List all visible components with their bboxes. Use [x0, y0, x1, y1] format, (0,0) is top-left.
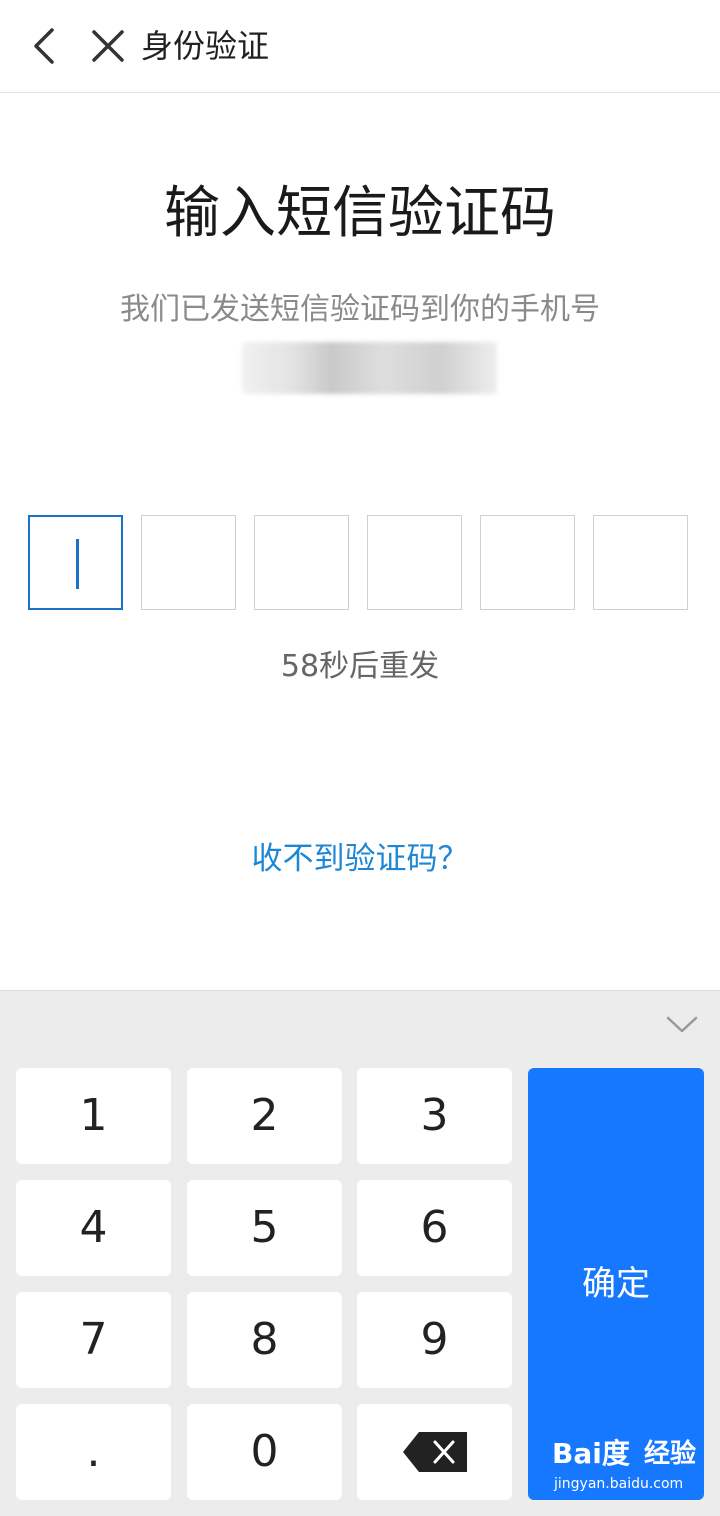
- key-0[interactable]: 0: [187, 1404, 342, 1500]
- watermark-url: jingyan.baidu.com: [554, 1476, 684, 1492]
- key-5[interactable]: 5: [187, 1180, 342, 1276]
- code-input-row: [28, 515, 692, 613]
- no-code-link[interactable]: 收不到验证码？: [0, 836, 720, 882]
- key-8[interactable]: 8: [187, 1292, 342, 1388]
- key-7[interactable]: 7: [16, 1292, 171, 1388]
- keyboard-collapse-button[interactable]: [660, 1009, 704, 1039]
- code-digit-box-6[interactable]: [593, 515, 688, 610]
- key-2[interactable]: 2: [187, 1068, 342, 1164]
- key-6[interactable]: 6: [357, 1180, 512, 1276]
- backspace-key[interactable]: [357, 1404, 512, 1500]
- text-cursor: [76, 539, 79, 589]
- chevron-down-icon: [666, 1016, 698, 1033]
- resend-countdown: 58秒后重发: [280, 649, 440, 684]
- key-1[interactable]: 1: [16, 1068, 171, 1164]
- code-digit-box-1[interactable]: [28, 515, 123, 610]
- top-bar: 身份验证: [0, 0, 720, 93]
- phone-number-blurred: [242, 342, 497, 394]
- back-button[interactable]: [26, 22, 66, 70]
- sms-sent-message: 我们已发送短信验证码到你的手机号: [120, 292, 600, 327]
- chevron-left-icon: [34, 28, 54, 64]
- close-icon: [92, 30, 124, 62]
- watermark-logo: Bai度: [552, 1437, 630, 1470]
- key-4[interactable]: 4: [16, 1180, 171, 1276]
- code-digit-box-5[interactable]: [480, 515, 575, 610]
- code-digit-box-4[interactable]: [367, 515, 462, 610]
- close-button[interactable]: [88, 22, 128, 70]
- sms-code-heading: 输入短信验证码: [164, 181, 556, 246]
- key-9[interactable]: 9: [357, 1292, 512, 1388]
- baidu-jingyan-watermark: Bai度 经验 jingyan.baidu.com: [548, 1434, 718, 1496]
- key-dot[interactable]: .: [16, 1404, 171, 1500]
- key-3[interactable]: 3: [357, 1068, 512, 1164]
- page-title: 身份验证: [141, 27, 270, 65]
- watermark-brand: 经验: [644, 1439, 697, 1469]
- backspace-icon: [403, 1432, 467, 1472]
- code-digit-box-2[interactable]: [141, 515, 236, 610]
- code-digit-box-3[interactable]: [254, 515, 349, 610]
